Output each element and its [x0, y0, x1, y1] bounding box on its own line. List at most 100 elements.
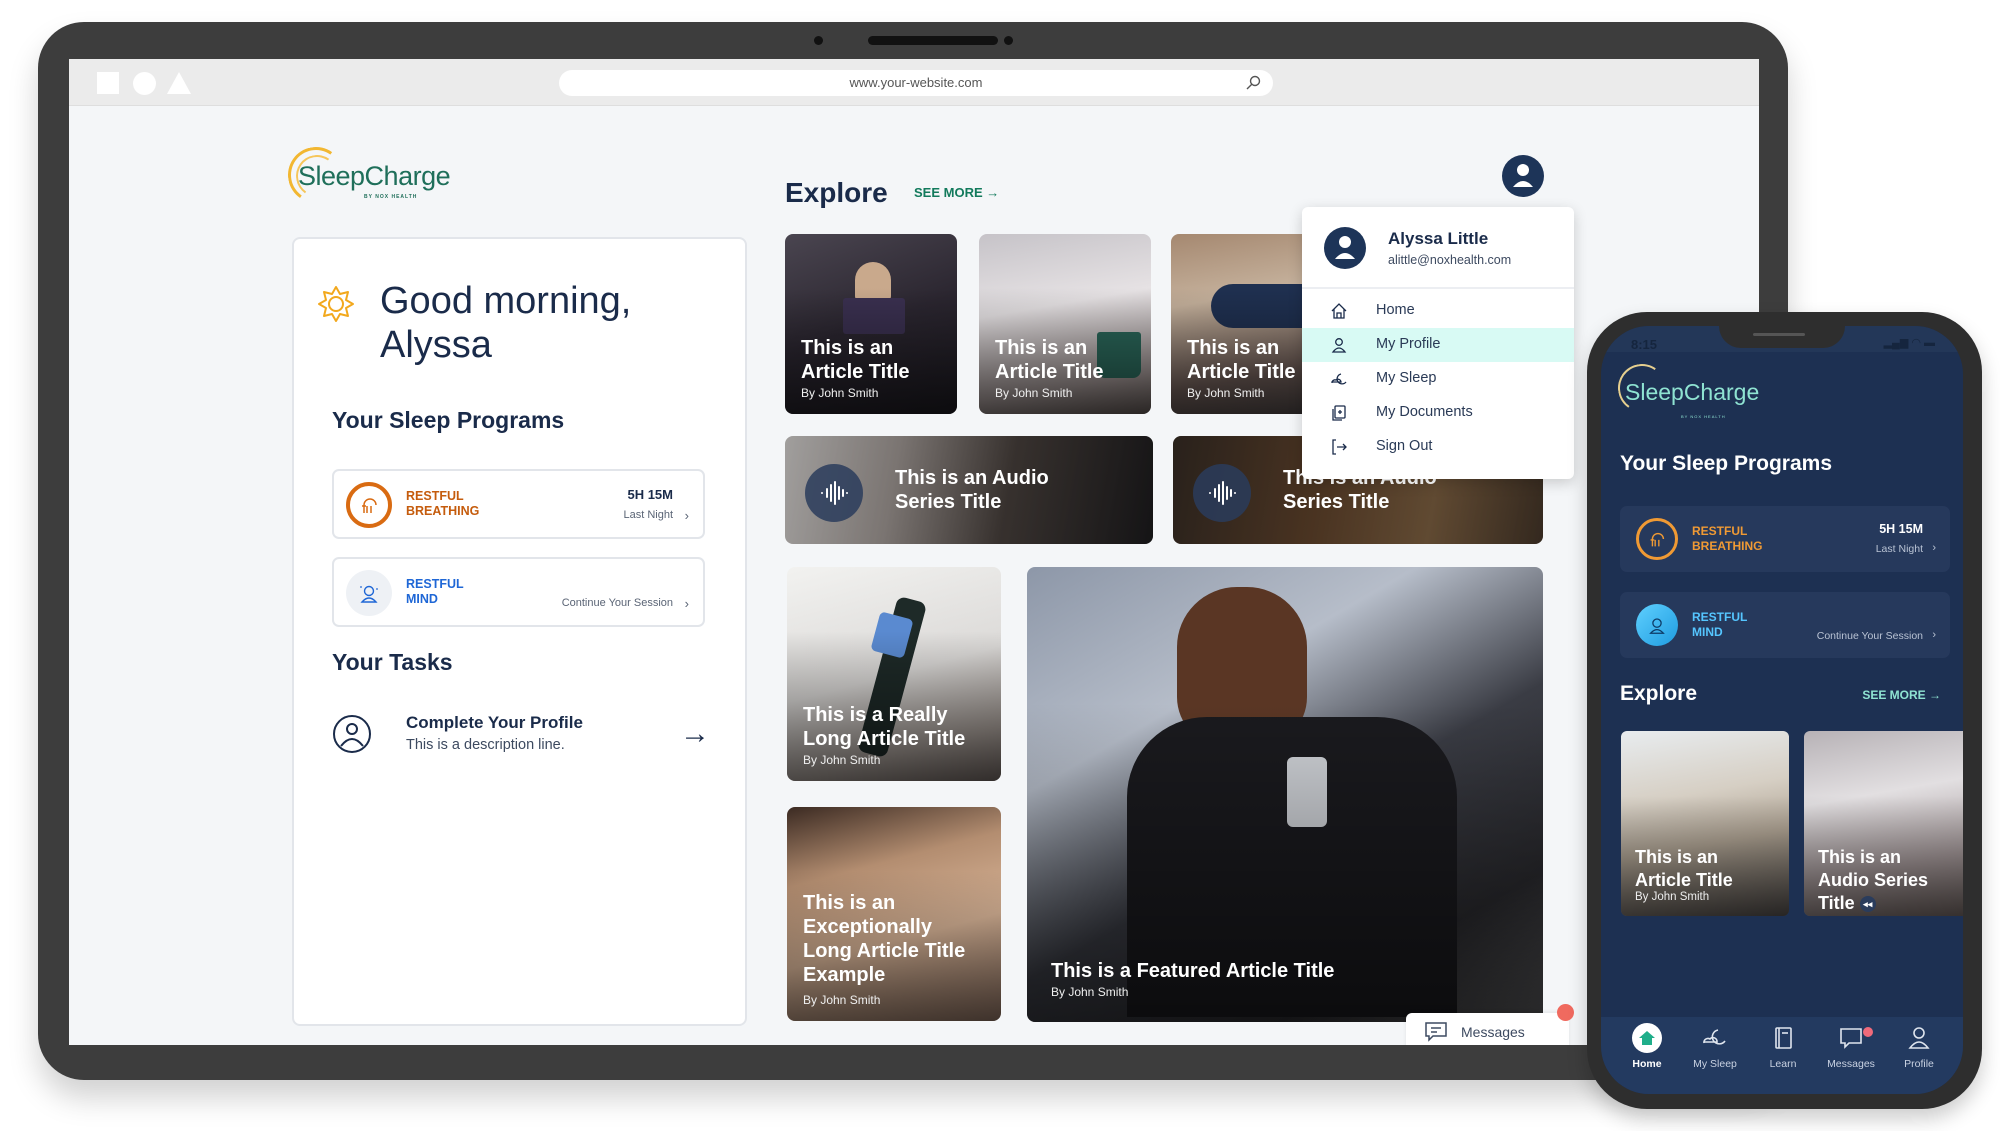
- user-icon: [1330, 336, 1348, 354]
- explore-title: Explore: [785, 177, 888, 208]
- tab-label: Learn: [1769, 1058, 1797, 1070]
- article-author: By John Smith: [995, 386, 1073, 400]
- phone-audio-tile[interactable]: This is an Audio Series Title ◂◂: [1804, 731, 1963, 916]
- phone-screen: 8:15 ▂▄▆ ◠ ▬ SleepCharge BY NOX HEALTH Y…: [1601, 326, 1963, 1094]
- title-line: Article Title: [995, 361, 1104, 383]
- title-line: This is an: [803, 892, 896, 914]
- status-time: 8:15: [1631, 337, 1658, 352]
- audio-title: This is an AudioSeries Title: [895, 466, 1049, 514]
- title-line: Long Article Title: [803, 728, 966, 750]
- program-metric: 5H 15M: [627, 487, 673, 502]
- article-title: This is an Article Title: [995, 336, 1104, 384]
- stage: www.your-website.com SleepCharge BY NOX …: [0, 0, 2000, 1131]
- program-name: RESTFUL MIND: [1692, 610, 1747, 639]
- program-card-restful-mind[interactable]: RESTFUL MIND Continue Your Session ›: [332, 557, 705, 627]
- title-line: Article Title: [801, 361, 910, 383]
- menu-item-home[interactable]: Home: [1302, 294, 1574, 328]
- program-name-line1: RESTFUL: [406, 489, 464, 503]
- article-tile[interactable]: This is an Article Title By John Smith: [979, 234, 1151, 414]
- see-more-link[interactable]: SEE MORE →: [914, 185, 999, 200]
- message-icon: [1424, 1021, 1448, 1043]
- camera-dot: [1004, 36, 1013, 45]
- program-name-line1: RESTFUL: [1692, 524, 1748, 538]
- logo-text: SleepCharge: [298, 161, 451, 191]
- menu-item-my-profile[interactable]: My Profile: [1302, 328, 1574, 362]
- program-metric: 5H 15M: [1879, 522, 1923, 536]
- user-icon: [1904, 1023, 1934, 1053]
- sleepcharge-logo[interactable]: SleepCharge BY NOX HEALTH: [283, 142, 484, 208]
- program-name-line2: BREATHING: [1692, 538, 1763, 553]
- user-circle-icon: [332, 714, 372, 754]
- phone-see-more-link[interactable]: SEE MORE →: [1862, 688, 1941, 702]
- circle-icon[interactable]: [133, 72, 156, 95]
- user-dropdown-menu: Alyssa Little alittle@noxhealth.com Home…: [1302, 207, 1574, 479]
- menu-item-label: My Sleep: [1376, 370, 1437, 386]
- program-sub: Continue Your Session: [1816, 630, 1923, 642]
- logo-byline: BY NOX HEALTH: [364, 194, 418, 200]
- program-name-line1: RESTFUL: [406, 577, 464, 591]
- title-line: This is an: [1635, 847, 1719, 867]
- program-sub: Continue Your Session: [561, 597, 673, 609]
- title-line: Audio Series: [1818, 870, 1929, 890]
- phone-article-tile[interactable]: This is an Article Title By John Smith: [1621, 731, 1789, 916]
- search-icon[interactable]: [1245, 74, 1261, 100]
- article-author: By John Smith: [803, 993, 881, 1007]
- mind-icon: [1636, 604, 1678, 646]
- title-line: Title: [1818, 893, 1855, 913]
- title-line: Article Title: [1187, 361, 1296, 383]
- chevron-right-icon: ›: [684, 596, 689, 611]
- breathing-icon: [1636, 518, 1678, 560]
- triangle-icon[interactable]: [167, 72, 191, 94]
- tab-home[interactable]: Home: [1613, 1023, 1681, 1083]
- program-sub: Last Night: [1875, 543, 1923, 555]
- unread-badge: [1863, 1027, 1873, 1037]
- greeting: Good morning, Alyssa: [380, 279, 631, 367]
- divider: [1302, 287, 1574, 289]
- audio-wave-icon: [805, 464, 863, 522]
- menu-item-label: Sign Out: [1376, 438, 1433, 454]
- article-tile[interactable]: This is an Article Title By John Smith: [785, 234, 957, 414]
- address-bar[interactable]: www.your-website.com: [559, 70, 1273, 96]
- greeting-name: Alyssa: [380, 324, 492, 366]
- tab-messages[interactable]: Messages: [1817, 1023, 1885, 1083]
- title-line: Exceptionally: [803, 916, 932, 938]
- menu-item-sign-out[interactable]: Sign Out: [1302, 430, 1574, 464]
- title-line: Example: [803, 964, 886, 986]
- audio-series-tile[interactable]: This is an AudioSeries Title: [785, 436, 1153, 544]
- program-name-line1: RESTFUL: [1692, 610, 1748, 624]
- article-title: This is an Exceptionally Long Article Ti…: [803, 891, 965, 987]
- tab-profile[interactable]: Profile: [1885, 1023, 1953, 1083]
- chevron-right-icon: ›: [1932, 629, 1936, 641]
- article-tile[interactable]: This is a Really Long Article Title By Jo…: [787, 567, 1001, 781]
- messages-button[interactable]: Messages: [1406, 1013, 1569, 1045]
- title-line: This is an: [1187, 337, 1280, 359]
- tasks-title: Your Tasks: [332, 649, 453, 675]
- menu-item-my-documents[interactable]: My Documents: [1302, 396, 1574, 430]
- user-name: Alyssa Little: [1388, 229, 1489, 248]
- speaker-bar: [868, 36, 998, 45]
- message-icon: [1836, 1023, 1866, 1053]
- user-avatar-button[interactable]: [1502, 155, 1544, 197]
- article-title: This is an Article Title: [1187, 336, 1296, 384]
- sign-out-icon: [1330, 438, 1348, 456]
- article-author: By John Smith: [1187, 386, 1265, 400]
- tab-learn[interactable]: Learn: [1749, 1023, 1817, 1083]
- phone-sleep-programs-title: Your Sleep Programs: [1620, 452, 1833, 475]
- article-tile[interactable]: This is an Exceptionally Long Article Ti…: [787, 807, 1001, 1021]
- arrow-right-icon[interactable]: →: [680, 717, 710, 751]
- featured-article-tile[interactable]: This is a Featured Article Title By John…: [1027, 567, 1543, 1022]
- square-icon[interactable]: [97, 72, 119, 94]
- title-line: This is an: [801, 337, 894, 359]
- signal-wifi-battery-icons: ▂▄▆ ◠ ▬: [1883, 337, 1935, 349]
- url-text: www.your-website.com: [849, 75, 983, 90]
- article-title: This is an Article Title: [1635, 846, 1733, 892]
- phone-program-restful-breathing[interactable]: RESTFUL BREATHING 5H 15M Last Night ›: [1620, 506, 1950, 572]
- article-author: By John Smith: [1635, 891, 1710, 903]
- laptop-screen: www.your-website.com SleepCharge BY NOX …: [69, 59, 1759, 1045]
- menu-item-my-sleep[interactable]: My Sleep: [1302, 362, 1574, 396]
- mind-icon: [346, 570, 392, 616]
- browser-toolbar: www.your-website.com: [69, 59, 1759, 106]
- tab-my-sleep[interactable]: My Sleep: [1681, 1023, 1749, 1083]
- phone-program-restful-mind[interactable]: RESTFUL MIND Continue Your Session ›: [1620, 592, 1950, 658]
- program-card-restful-breathing[interactable]: RESTFUL BREATHING 5H 15M Last Night ›: [332, 469, 705, 539]
